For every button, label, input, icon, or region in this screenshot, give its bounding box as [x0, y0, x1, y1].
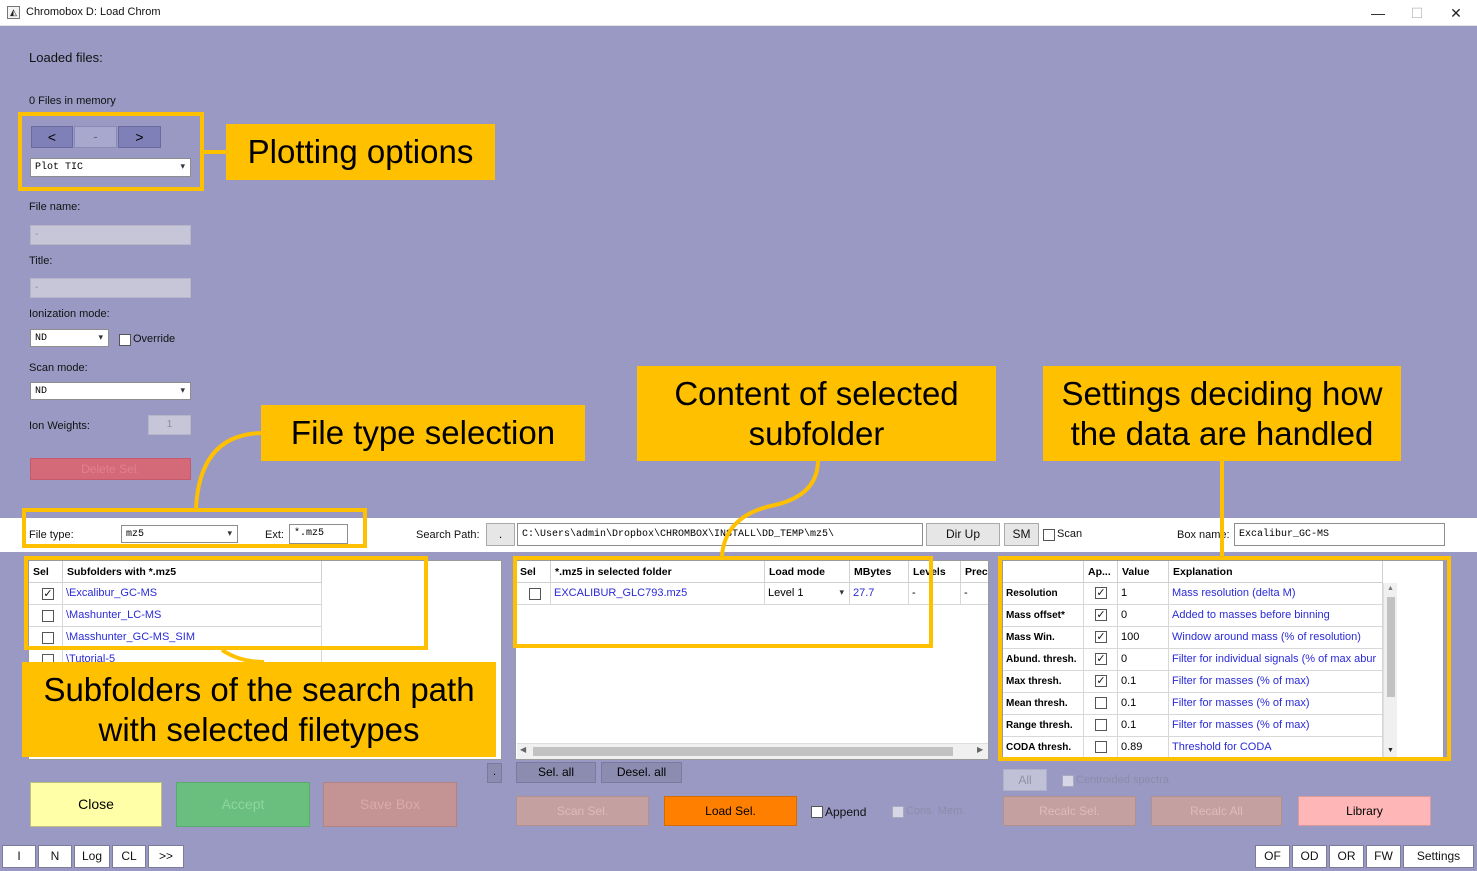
- file-type-callout: File type selection: [261, 405, 585, 461]
- plotting-options-callout: Plotting options: [226, 124, 495, 180]
- content-connector: [720, 459, 820, 557]
- file-type-connector: [194, 431, 265, 509]
- content-callout: Content of selected subfolder: [637, 366, 996, 461]
- content-callout-line1: Content of selected: [674, 375, 959, 412]
- settings-callout-line2: the data are handled: [1070, 415, 1374, 452]
- content-callout-line2: subfolder: [748, 415, 885, 452]
- subfolders-connector: [220, 648, 265, 664]
- subfolders-callout-line2: with selected filetypes: [98, 711, 420, 748]
- settings-callout: Settings deciding how the data are handl…: [1043, 366, 1401, 461]
- settings-callout-line1: Settings deciding how: [1061, 375, 1383, 412]
- subfolders-callout: Subfolders of the search path with selec…: [22, 662, 496, 757]
- subfolders-callout-line1: Subfolders of the search path: [43, 671, 475, 708]
